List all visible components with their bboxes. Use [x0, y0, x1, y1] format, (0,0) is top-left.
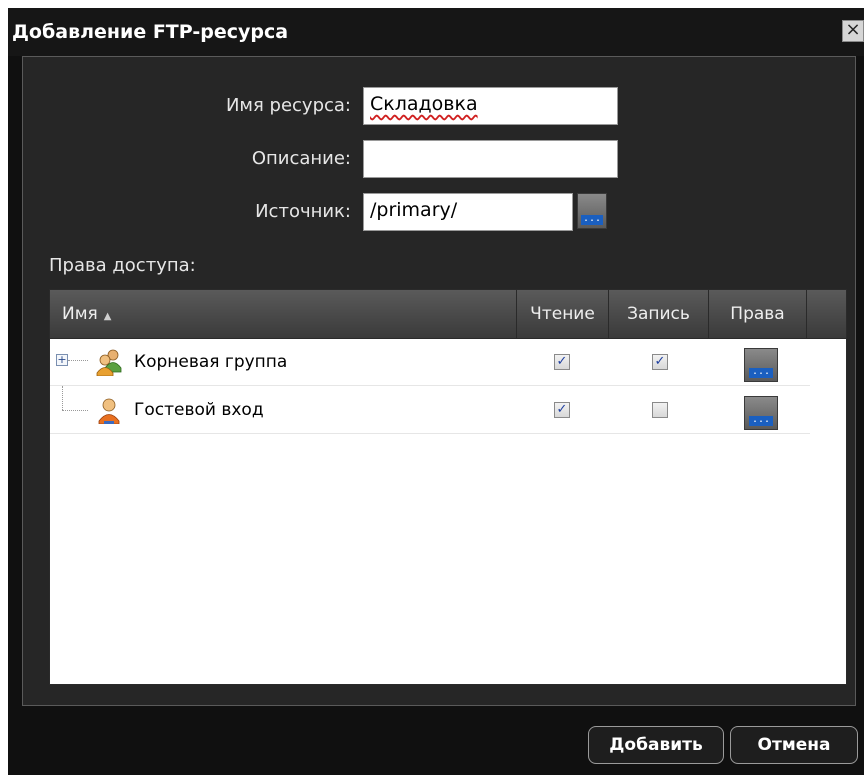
row-name: Корневая группа	[134, 352, 288, 372]
resource-name-input[interactable]: Складовка	[363, 87, 618, 125]
grid-header: Имя ▲ Чтение Запись Права	[50, 290, 846, 339]
column-header-read[interactable]: Чтение	[517, 290, 609, 338]
tree-connector	[62, 410, 88, 411]
add-button[interactable]: Добавить	[588, 726, 724, 764]
sort-ascending-icon: ▲	[103, 311, 112, 322]
source-input[interactable]: /primary/	[363, 193, 573, 231]
browse-ellipsis-icon: ...	[749, 367, 773, 378]
dialog-title: Добавление FTP-ресурса	[12, 21, 289, 43]
resource-name-label: Имя ресурса:	[225, 95, 351, 116]
table-row[interactable]: Гостевой вход ✓ ...	[50, 386, 810, 434]
user-group-icon	[96, 349, 122, 376]
form-panel: Имя ресурса: Складовка Описание: Источни…	[22, 56, 856, 706]
source-label: Источник:	[255, 201, 351, 222]
column-header-rights[interactable]: Права	[709, 290, 807, 338]
access-rights-grid: Имя ▲ Чтение Запись Права + Корневая груп…	[49, 289, 847, 685]
close-icon[interactable]: ×	[842, 20, 864, 42]
description-input[interactable]	[363, 140, 618, 178]
user-icon	[98, 398, 120, 424]
tree-connector	[68, 360, 88, 361]
browse-ellipsis-icon: ...	[581, 213, 603, 225]
table-row[interactable]: + Корневая группа ✓ ✓ ...	[50, 338, 810, 386]
ftp-resource-dialog: Добавление FTP-ресурса × Имя ресурса: Ск…	[8, 8, 864, 775]
resource-name-value: Складовка	[370, 93, 478, 115]
cancel-button[interactable]: Отмена	[730, 726, 858, 764]
write-checkbox[interactable]: ✓	[652, 354, 668, 370]
expand-plus-icon[interactable]: +	[56, 354, 68, 366]
read-checkbox[interactable]: ✓	[554, 402, 570, 418]
read-checkbox[interactable]: ✓	[554, 354, 570, 370]
column-header-name[interactable]: Имя ▲	[50, 290, 517, 338]
dialog-titlebar: Добавление FTP-ресурса ×	[8, 8, 864, 56]
rights-button[interactable]: ...	[744, 396, 778, 430]
write-checkbox[interactable]	[652, 402, 668, 418]
description-label: Описание:	[251, 148, 351, 169]
rights-button[interactable]: ...	[744, 348, 778, 382]
access-rights-label: Права доступа:	[49, 255, 196, 276]
tree-connector	[62, 386, 63, 410]
browse-ellipsis-icon: ...	[749, 415, 773, 426]
row-name: Гостевой вход	[134, 400, 264, 420]
column-header-filler	[807, 290, 846, 338]
source-value: /primary/	[370, 199, 458, 221]
column-header-write[interactable]: Запись	[609, 290, 709, 338]
source-browse-button[interactable]: ...	[577, 193, 607, 229]
column-header-name-label: Имя	[62, 304, 98, 324]
